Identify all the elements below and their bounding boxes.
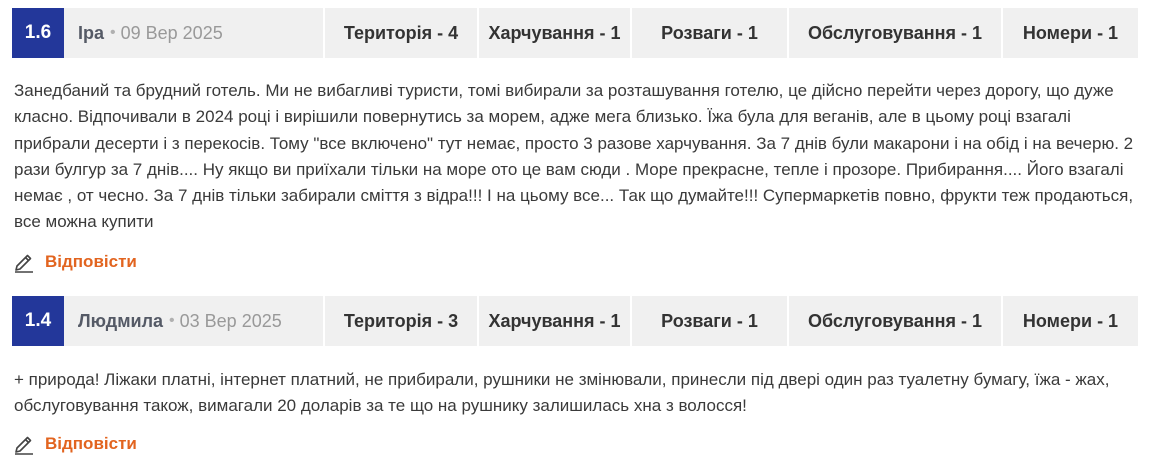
rating-rooms: Номери - 1 [1001,296,1138,346]
separator-dot: • [169,312,175,329]
rating-food: Харчування - 1 [477,8,630,58]
review-header: 1.4 Людмила • 03 Вер 2025 Територія - 3 … [12,296,1138,346]
separator-dot: • [110,24,116,41]
rating-service: Обслуговування - 1 [787,296,1001,346]
review-date: 09 Вер 2025 [120,22,223,43]
rating-food: Харчування - 1 [477,296,630,346]
rating-entertainment: Розваги - 1 [630,296,787,346]
pencil-icon [15,436,33,455]
review-text: Занедбаний та брудний готель. Ми не виба… [14,81,1134,232]
pencil-icon [15,254,33,273]
rating-territory: Територія - 4 [323,8,477,58]
rating-territory: Територія - 3 [323,296,477,346]
review-author: Людмила [78,310,164,331]
review-text: + природа! Ліжаки платні, інтернет платн… [14,370,1110,416]
reply-button[interactable]: Відповісти [13,251,137,273]
review-score: 1.6 [12,8,64,58]
reply-button[interactable]: Відповісти [13,433,137,455]
review-score: 1.4 [12,296,64,346]
reply-label: Відповісти [45,434,137,453]
rating-service: Обслуговування - 1 [787,8,1001,58]
review-date: 03 Вер 2025 [179,310,282,331]
rating-entertainment: Розваги - 1 [630,8,787,58]
category-ratings: Територія - 4 Харчування - 1 Розваги - 1… [323,8,1138,58]
reply-label: Відповісти [45,252,137,271]
review-meta: Людмила • 03 Вер 2025 [64,296,282,346]
rating-rooms: Номери - 1 [1001,8,1138,58]
review-author: Іра [78,22,105,43]
review-meta: Іра • 09 Вер 2025 [64,8,223,58]
review-header: 1.6 Іра • 09 Вер 2025 Територія - 4 Харч… [12,8,1138,58]
category-ratings: Територія - 3 Харчування - 1 Розваги - 1… [323,296,1138,346]
